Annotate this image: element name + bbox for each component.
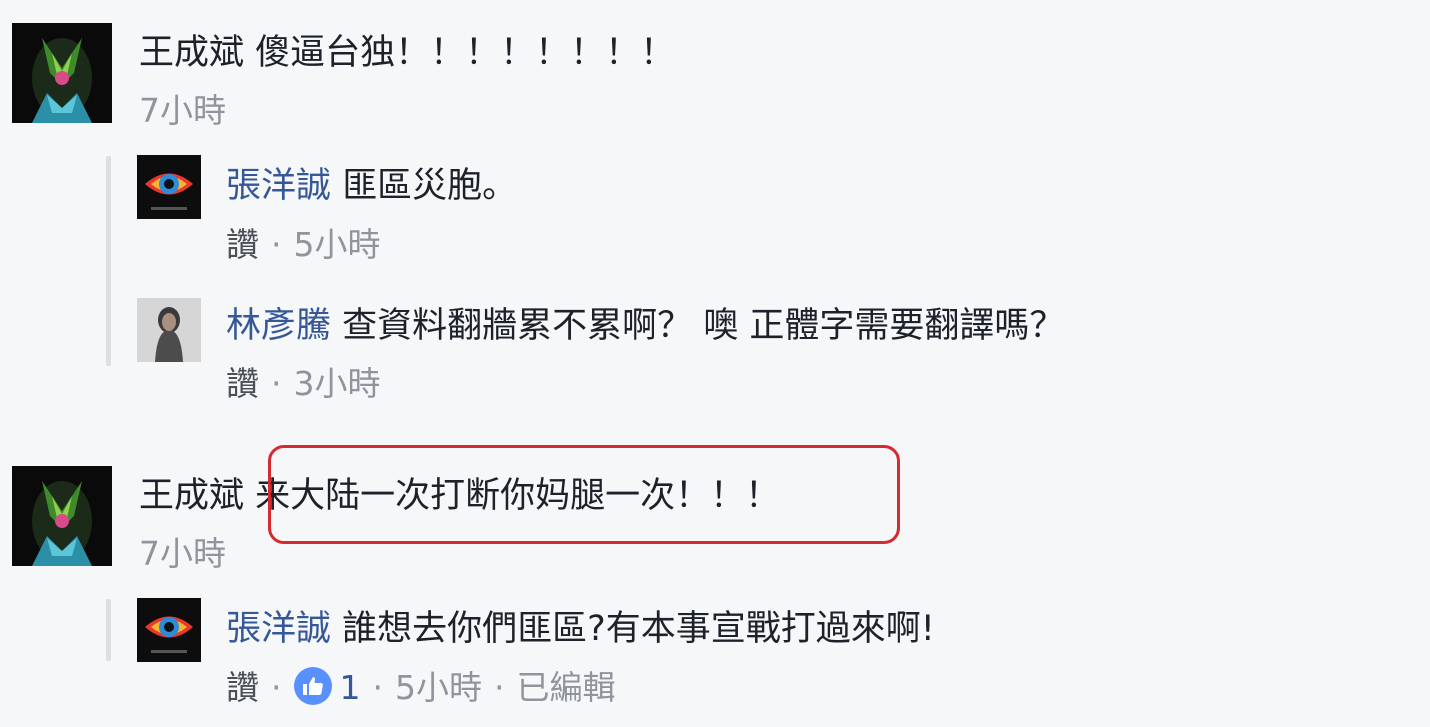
comment-text: 傻逼台独！！！！！！！！ — [255, 33, 676, 73]
reply-text: 查資料翻牆累不累啊？ 噢 正體字需要翻譯嗎？ — [342, 306, 1065, 346]
reply-author-name[interactable]: 張洋誠 — [226, 166, 331, 206]
reply-thread-rail — [106, 599, 111, 661]
separator-dot: · — [271, 668, 282, 707]
avatar-image — [137, 155, 201, 219]
comment-author-name[interactable]: 王成斌 — [139, 476, 244, 516]
reply-meta: 讚 · 5小時 — [226, 225, 381, 265]
comment-line: 王成斌 傻逼台独！！！！！！！！ — [139, 31, 675, 75]
reply-avatar[interactable] — [137, 298, 201, 362]
reply-text: 匪區災胞。 — [342, 166, 518, 206]
like-link[interactable]: 讚 — [226, 225, 259, 264]
like-link[interactable]: 讚 — [226, 364, 259, 403]
separator-dot: · — [372, 668, 384, 707]
comment-meta: 7小時 — [139, 91, 226, 131]
reply-text: 誰想去你們匪區?有本事宣戰打過來啊! — [342, 609, 935, 649]
separator-dot: · — [271, 225, 282, 264]
reply-line: 林彥騰 查資料翻牆累不累啊？ 噢 正體字需要翻譯嗎？ — [226, 304, 1064, 348]
avatar-image — [12, 23, 112, 123]
reply-meta: 讚 · 3小時 — [226, 364, 381, 404]
reply-timestamp[interactable]: 5小時 — [395, 668, 482, 707]
reply-timestamp[interactable]: 3小時 — [294, 364, 381, 403]
separator-dot: · — [271, 364, 282, 403]
comment-timestamp[interactable]: 7小時 — [139, 91, 226, 130]
comment-author-name[interactable]: 王成斌 — [139, 33, 244, 73]
reply-timestamp[interactable]: 5小時 — [294, 225, 381, 264]
comment-timestamp[interactable]: 7小時 — [139, 534, 226, 573]
comment-meta: 7小時 — [139, 534, 226, 574]
reply-avatar[interactable] — [137, 598, 201, 662]
reply-author-name[interactable]: 林彥騰 — [226, 306, 331, 346]
commenter-avatar[interactable] — [12, 23, 112, 123]
like-link[interactable]: 讚 — [226, 668, 259, 707]
like-count[interactable]: 1 — [340, 668, 361, 707]
reply-thread-rail — [106, 156, 111, 366]
highlight-annotation — [268, 445, 900, 544]
thumbs-up-icon[interactable] — [293, 667, 332, 705]
avatar-image — [137, 598, 201, 662]
reply-author-name[interactable]: 張洋誠 — [226, 609, 331, 649]
edited-label[interactable]: 已編輯 — [517, 668, 616, 707]
commenter-avatar[interactable] — [12, 466, 112, 566]
reply-avatar[interactable] — [137, 155, 201, 219]
reply-line: 張洋誠 匪區災胞。 — [226, 164, 517, 208]
avatar-image — [12, 466, 112, 566]
reply-line: 張洋誠 誰想去你們匪區?有本事宣戰打過來啊! — [226, 607, 935, 651]
comment-thread: 王成斌 傻逼台独！！！！！！！！ 7小時 張洋誠 匪區災胞。 讚 · 5小時 林… — [0, 0, 1430, 727]
reply-meta: 讚 · 1 · 5小時 · 已編輯 — [226, 667, 616, 708]
avatar-image — [137, 298, 201, 362]
separator-dot: · — [494, 668, 505, 707]
